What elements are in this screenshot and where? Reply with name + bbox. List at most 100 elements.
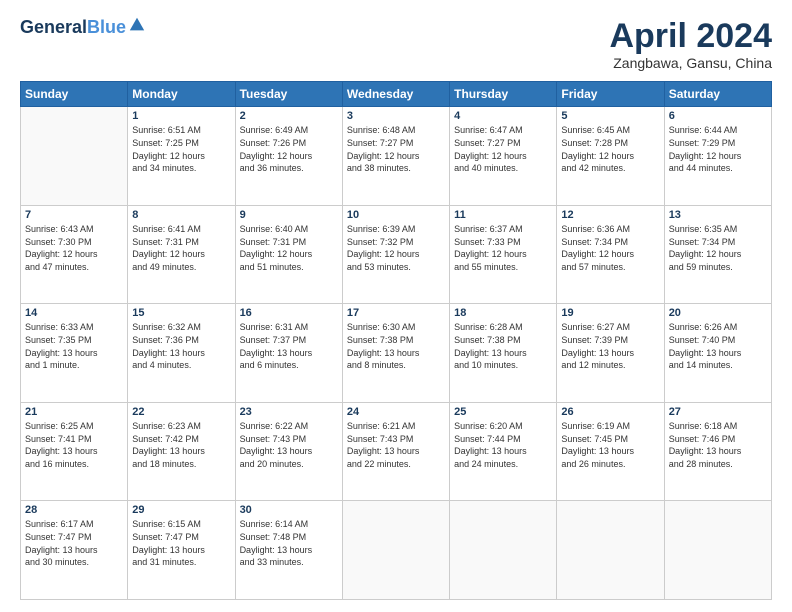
week-row-4: 21 Sunrise: 6:25 AM Sunset: 7:41 PM Dayli… [21,402,772,501]
day-cell: 25 Sunrise: 6:20 AM Sunset: 7:44 PM Dayli… [450,402,557,501]
week-row-1: 1 Sunrise: 6:51 AM Sunset: 7:25 PM Daylig… [21,107,772,206]
day-cell [342,501,449,600]
day-cell [664,501,771,600]
day-info: Sunrise: 6:25 AM Sunset: 7:41 PM Dayligh… [25,420,123,470]
day-header-friday: Friday [557,82,664,107]
day-cell: 29Sunrise: 6:15 AM Sunset: 7:47 PM Dayli… [128,501,235,600]
day-cell: 21 Sunrise: 6:25 AM Sunset: 7:41 PM Dayli… [21,402,128,501]
week-row-3: 14Sunrise: 6:33 AM Sunset: 7:35 PM Dayli… [21,304,772,403]
day-header-sunday: Sunday [21,82,128,107]
day-number: 30 [240,504,338,516]
title-block: April 2024 Zangbawa, Gansu, China [609,18,772,71]
logo: GeneralBlue [20,18,146,38]
month-title: April 2024 [609,18,772,55]
day-cell [21,107,128,206]
day-info: Sunrise: 6:21 AM Sunset: 7:43 PM Dayligh… [347,420,445,470]
day-info: Sunrise: 6:28 AM Sunset: 7:38 PM Dayligh… [454,321,552,371]
day-info: Sunrise: 6:33 AM Sunset: 7:35 PM Dayligh… [25,321,123,371]
day-info: Sunrise: 6:20 AM Sunset: 7:44 PM Dayligh… [454,420,552,470]
day-number: 26 [561,406,659,418]
day-number: 13 [669,209,767,221]
day-cell: 17 Sunrise: 6:30 AM Sunset: 7:38 PM Dayli… [342,304,449,403]
day-number: 28 [25,504,123,516]
day-cell: 12 Sunrise: 6:36 AM Sunset: 7:34 PM Dayli… [557,205,664,304]
day-number: 22 [132,406,230,418]
day-cell: 26 Sunrise: 6:19 AM Sunset: 7:45 PM Dayli… [557,402,664,501]
location-subtitle: Zangbawa, Gansu, China [609,55,772,71]
day-number: 1 [132,110,230,122]
day-cell: 14Sunrise: 6:33 AM Sunset: 7:35 PM Dayli… [21,304,128,403]
day-info: Sunrise: 6:49 AM Sunset: 7:26 PM Dayligh… [240,124,338,174]
day-info: Sunrise: 6:45 AM Sunset: 7:28 PM Dayligh… [561,124,659,174]
day-info: Sunrise: 6:27 AM Sunset: 7:39 PM Dayligh… [561,321,659,371]
day-info: Sunrise: 6:47 AM Sunset: 7:27 PM Dayligh… [454,124,552,174]
day-number: 25 [454,406,552,418]
logo-text: GeneralBlue [20,18,126,38]
day-header-saturday: Saturday [664,82,771,107]
day-cell: 4 Sunrise: 6:47 AM Sunset: 7:27 PM Daylig… [450,107,557,206]
day-info: Sunrise: 6:48 AM Sunset: 7:27 PM Dayligh… [347,124,445,174]
day-cell: 19 Sunrise: 6:27 AM Sunset: 7:39 PM Dayli… [557,304,664,403]
day-cell: 16Sunrise: 6:31 AM Sunset: 7:37 PM Dayli… [235,304,342,403]
day-cell: 10 Sunrise: 6:39 AM Sunset: 7:32 PM Dayli… [342,205,449,304]
day-header-thursday: Thursday [450,82,557,107]
day-info: Sunrise: 6:36 AM Sunset: 7:34 PM Dayligh… [561,223,659,273]
logo-icon [128,16,146,34]
day-cell: 23Sunrise: 6:22 AM Sunset: 7:43 PM Dayli… [235,402,342,501]
day-cell: 11 Sunrise: 6:37 AM Sunset: 7:33 PM Dayli… [450,205,557,304]
day-number: 11 [454,209,552,221]
day-cell: 13 Sunrise: 6:35 AM Sunset: 7:34 PM Dayli… [664,205,771,304]
day-number: 2 [240,110,338,122]
day-number: 9 [240,209,338,221]
day-cell [450,501,557,600]
day-number: 6 [669,110,767,122]
day-info: Sunrise: 6:17 AM Sunset: 7:47 PM Dayligh… [25,518,123,568]
day-number: 17 [347,307,445,319]
week-row-5: 28 Sunrise: 6:17 AM Sunset: 7:47 PM Dayli… [21,501,772,600]
day-info: Sunrise: 6:22 AM Sunset: 7:43 PM Dayligh… [240,420,338,470]
day-info: Sunrise: 6:30 AM Sunset: 7:38 PM Dayligh… [347,321,445,371]
day-info: Sunrise: 6:39 AM Sunset: 7:32 PM Dayligh… [347,223,445,273]
day-cell: 5 Sunrise: 6:45 AM Sunset: 7:28 PM Daylig… [557,107,664,206]
day-number: 4 [454,110,552,122]
day-info: Sunrise: 6:26 AM Sunset: 7:40 PM Dayligh… [669,321,767,371]
day-number: 24 [347,406,445,418]
day-number: 20 [669,307,767,319]
day-number: 7 [25,209,123,221]
day-info: Sunrise: 6:37 AM Sunset: 7:33 PM Dayligh… [454,223,552,273]
day-header-monday: Monday [128,82,235,107]
day-cell: 1 Sunrise: 6:51 AM Sunset: 7:25 PM Daylig… [128,107,235,206]
day-number: 19 [561,307,659,319]
day-cell [557,501,664,600]
day-number: 3 [347,110,445,122]
day-info: Sunrise: 6:19 AM Sunset: 7:45 PM Dayligh… [561,420,659,470]
day-cell: 15Sunrise: 6:32 AM Sunset: 7:36 PM Dayli… [128,304,235,403]
day-info: Sunrise: 6:18 AM Sunset: 7:46 PM Dayligh… [669,420,767,470]
day-cell: 6 Sunrise: 6:44 AM Sunset: 7:29 PM Daylig… [664,107,771,206]
day-info: Sunrise: 6:23 AM Sunset: 7:42 PM Dayligh… [132,420,230,470]
day-info: Sunrise: 6:15 AM Sunset: 7:47 PM Dayligh… [132,518,230,568]
day-number: 5 [561,110,659,122]
day-info: Sunrise: 6:44 AM Sunset: 7:29 PM Dayligh… [669,124,767,174]
day-number: 12 [561,209,659,221]
day-cell: 7Sunrise: 6:43 AM Sunset: 7:30 PM Daylig… [21,205,128,304]
day-cell: 22 Sunrise: 6:23 AM Sunset: 7:42 PM Dayli… [128,402,235,501]
day-cell: 24 Sunrise: 6:21 AM Sunset: 7:43 PM Dayli… [342,402,449,501]
day-number: 8 [132,209,230,221]
day-number: 21 [25,406,123,418]
day-number: 16 [240,307,338,319]
day-info: Sunrise: 6:35 AM Sunset: 7:34 PM Dayligh… [669,223,767,273]
week-row-2: 7Sunrise: 6:43 AM Sunset: 7:30 PM Daylig… [21,205,772,304]
day-cell: 20 Sunrise: 6:26 AM Sunset: 7:40 PM Dayli… [664,304,771,403]
day-info: Sunrise: 6:40 AM Sunset: 7:31 PM Dayligh… [240,223,338,273]
day-info: Sunrise: 6:14 AM Sunset: 7:48 PM Dayligh… [240,518,338,568]
day-info: Sunrise: 6:41 AM Sunset: 7:31 PM Dayligh… [132,223,230,273]
day-header-tuesday: Tuesday [235,82,342,107]
day-cell: 2 Sunrise: 6:49 AM Sunset: 7:26 PM Daylig… [235,107,342,206]
day-number: 10 [347,209,445,221]
day-number: 27 [669,406,767,418]
day-cell: 27 Sunrise: 6:18 AM Sunset: 7:46 PM Dayli… [664,402,771,501]
day-cell: 8 Sunrise: 6:41 AM Sunset: 7:31 PM Daylig… [128,205,235,304]
day-info: Sunrise: 6:51 AM Sunset: 7:25 PM Dayligh… [132,124,230,174]
header: GeneralBlue April 2024 Zangbawa, Gansu, … [20,18,772,71]
